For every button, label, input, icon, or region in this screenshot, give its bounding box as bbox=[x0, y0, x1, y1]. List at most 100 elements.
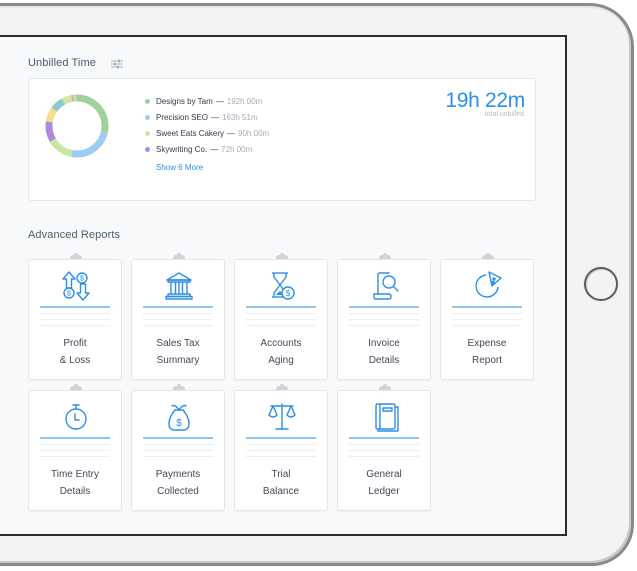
separator: — bbox=[211, 112, 220, 122]
document-magnifier-icon bbox=[373, 272, 399, 300]
divider bbox=[349, 325, 419, 326]
advanced-reports-title: Advanced Reports bbox=[28, 229, 121, 241]
home-button[interactable] bbox=[584, 267, 618, 301]
client-hours: 163h 51m bbox=[222, 112, 258, 122]
clipboard-clip bbox=[173, 253, 185, 259]
legend-item[interactable]: Designs by Tam — 192h 00m bbox=[145, 93, 269, 109]
divider bbox=[143, 444, 213, 445]
report-label: Sales Tax Summary bbox=[156, 338, 200, 366]
legend-item[interactable]: Skywriting Co. — 72h 00m bbox=[145, 141, 269, 157]
legend-color-dot bbox=[145, 146, 150, 152]
profit-loss-arrows-icon: $ $ bbox=[62, 271, 90, 301]
divider bbox=[40, 319, 110, 320]
divider bbox=[246, 437, 316, 439]
unbilled-time-title: Unbilled Time bbox=[28, 57, 96, 69]
total-unbilled-label: total unbilled bbox=[484, 111, 524, 118]
clipboard-clip bbox=[70, 384, 82, 390]
sliders-icon[interactable] bbox=[111, 59, 123, 69]
report-label: Expense Report bbox=[467, 338, 507, 366]
divider bbox=[143, 437, 213, 439]
report-card-invoice-details[interactable]: Invoice Details bbox=[337, 253, 431, 380]
report-label: Payments Collected bbox=[155, 469, 201, 497]
unbilled-donut-chart bbox=[45, 94, 109, 158]
show-more-link[interactable]: Show 6 More bbox=[156, 163, 203, 172]
report-card-time-entry-details[interactable]: Time Entry Details bbox=[28, 384, 122, 511]
report-card-profit-loss[interactable]: $ $ Profit & Loss bbox=[28, 253, 122, 380]
clipboard-clip bbox=[70, 253, 82, 259]
report-label: Accounts Aging bbox=[260, 338, 302, 366]
clipboard-clip bbox=[276, 253, 288, 259]
separator: — bbox=[227, 128, 236, 138]
hourglass-dollar-icon: $ bbox=[272, 272, 295, 300]
pie-chart-icon bbox=[475, 271, 502, 298]
svg-text:$: $ bbox=[176, 418, 182, 429]
divider bbox=[246, 450, 316, 451]
divider bbox=[143, 325, 213, 326]
divider bbox=[40, 444, 110, 445]
divider bbox=[246, 313, 316, 314]
divider bbox=[143, 306, 213, 308]
report-card-sales-tax-summary[interactable]: Sales Tax Summary bbox=[131, 253, 225, 380]
client-hours: 90h 00m bbox=[238, 128, 270, 138]
divider bbox=[349, 444, 419, 445]
clipboard-clip bbox=[379, 384, 391, 390]
legend-color-dot bbox=[145, 98, 150, 104]
clipboard-clip bbox=[276, 384, 288, 390]
svg-text:$: $ bbox=[286, 289, 291, 298]
divider bbox=[40, 456, 110, 457]
divider bbox=[40, 325, 110, 326]
report-card-general-ledger[interactable]: General Ledger bbox=[337, 384, 431, 511]
unbilled-time-card: Designs by Tam — 192h 00m Precision SEO … bbox=[28, 78, 536, 201]
stopwatch-icon bbox=[65, 404, 87, 430]
client-hours: 72h 00m bbox=[221, 144, 253, 154]
divider bbox=[246, 456, 316, 457]
divider bbox=[246, 306, 316, 308]
report-label: Time Entry Details bbox=[51, 469, 99, 497]
divider bbox=[246, 319, 316, 320]
client-name: Skywriting Co. bbox=[156, 144, 208, 154]
svg-text:$: $ bbox=[80, 276, 84, 283]
divider bbox=[246, 444, 316, 445]
report-label: General Ledger bbox=[366, 469, 402, 497]
divider bbox=[143, 319, 213, 320]
separator: — bbox=[210, 144, 219, 154]
legend-color-dot bbox=[145, 130, 150, 136]
divider bbox=[349, 306, 419, 308]
report-label: Invoice Details bbox=[368, 338, 400, 366]
divider bbox=[143, 313, 213, 314]
client-name: Precision SEO bbox=[156, 112, 209, 122]
divider bbox=[143, 456, 213, 457]
divider bbox=[40, 306, 110, 308]
report-card-accounts-aging[interactable]: $ Accounts Aging bbox=[234, 253, 328, 380]
divider bbox=[452, 313, 522, 314]
app-screen: Unbilled Time Designs by Tam — 192h 00m … bbox=[0, 35, 567, 536]
divider bbox=[349, 456, 419, 457]
divider bbox=[40, 313, 110, 314]
money-bag-icon: $ bbox=[168, 404, 190, 431]
divider bbox=[349, 313, 419, 314]
divider bbox=[452, 319, 522, 320]
scales-icon bbox=[268, 403, 296, 430]
svg-text:$: $ bbox=[67, 291, 71, 298]
report-card-expense-report[interactable]: Expense Report bbox=[440, 253, 534, 380]
divider bbox=[349, 319, 419, 320]
report-label: Profit & Loss bbox=[59, 338, 91, 366]
report-card-trial-balance[interactable]: Trial Balance bbox=[234, 384, 328, 511]
separator: — bbox=[215, 96, 224, 106]
report-label: Trial Balance bbox=[262, 469, 300, 497]
ledger-book-icon bbox=[375, 403, 399, 432]
divider bbox=[40, 450, 110, 451]
legend-item[interactable]: Precision SEO — 163h 51m bbox=[145, 109, 269, 125]
legend-item[interactable]: Sweet Eats Cakery — 90h 00m bbox=[145, 125, 269, 141]
client-legend: Designs by Tam — 192h 00m Precision SEO … bbox=[145, 93, 269, 175]
client-hours: 192h 00m bbox=[226, 96, 263, 106]
divider bbox=[452, 325, 522, 326]
divider bbox=[349, 437, 419, 439]
report-card-payments-collected[interactable]: $ Payments Collected bbox=[131, 384, 225, 511]
divider bbox=[246, 325, 316, 326]
divider bbox=[349, 450, 419, 451]
divider bbox=[40, 437, 110, 439]
client-name: Designs by Tam bbox=[156, 96, 213, 106]
bank-building-icon bbox=[165, 272, 193, 300]
clipboard-clip bbox=[379, 253, 391, 259]
